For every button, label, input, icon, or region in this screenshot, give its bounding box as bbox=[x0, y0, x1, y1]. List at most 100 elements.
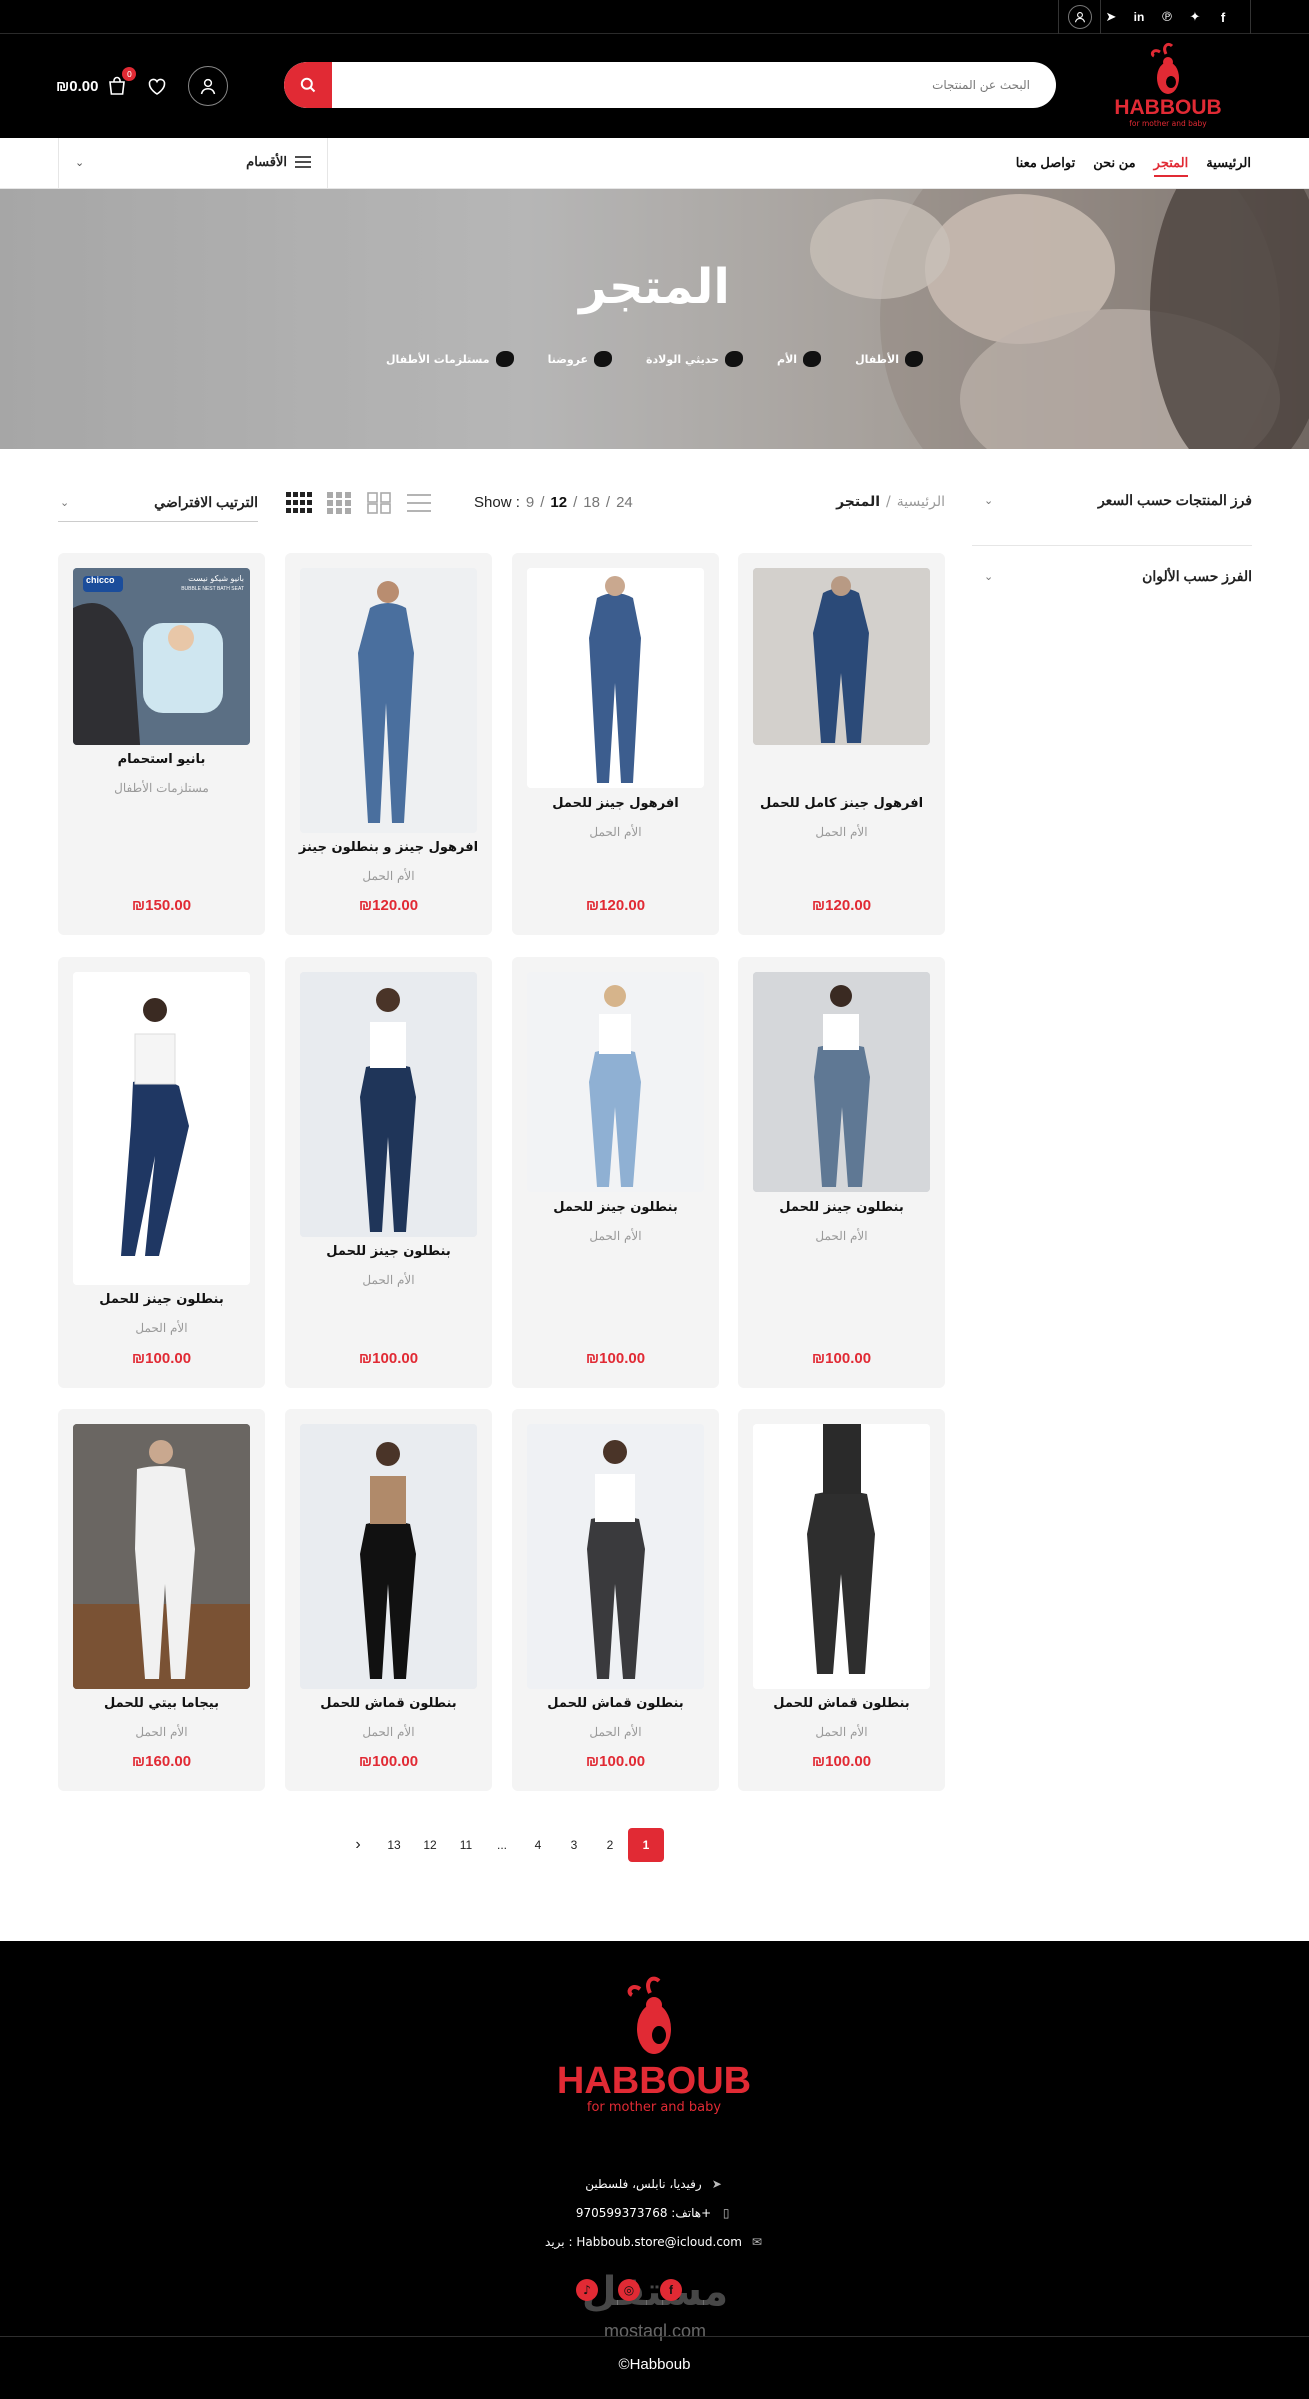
hero-category-mother[interactable]: الأم bbox=[777, 351, 822, 367]
per-page-option[interactable]: 18 bbox=[583, 494, 600, 511]
product-image[interactable] bbox=[753, 1424, 930, 1689]
search-button[interactable] bbox=[284, 62, 332, 108]
product-category[interactable]: مستلزمات الأطفال bbox=[58, 781, 265, 795]
email-text[interactable]: بريد : Habboub.store@icloud.com bbox=[545, 2235, 742, 2249]
page-button[interactable]: 11 bbox=[448, 1828, 484, 1862]
product-image[interactable] bbox=[527, 568, 704, 788]
per-page-option[interactable]: 9 bbox=[526, 494, 534, 511]
page-button[interactable]: 4 bbox=[520, 1828, 556, 1862]
product-card[interactable]: بنطلون جينز للحمل الأم الحمل ₪100.00 bbox=[738, 957, 945, 1388]
product-card[interactable]: بنطلون قماش للحمل الأم الحمل ₪100.00 bbox=[738, 1409, 945, 1791]
per-page-option[interactable]: 24 bbox=[616, 494, 633, 511]
product-card[interactable]: افرهول جينز للحمل الأم الحمل ₪120.00 bbox=[512, 553, 719, 935]
product-title[interactable]: بنطلون جينز للحمل bbox=[738, 1200, 945, 1215]
footer-logo[interactable]: HABBOUB for mother and baby bbox=[544, 1969, 764, 2119]
pinterest-icon[interactable]: ℗ bbox=[1160, 10, 1174, 25]
page-button[interactable]: 12 bbox=[412, 1828, 448, 1862]
hero-category-newborn[interactable]: حديثي الولادة bbox=[646, 351, 744, 367]
user-account-button[interactable] bbox=[188, 66, 229, 106]
product-category[interactable]: الأم الحمل bbox=[285, 1273, 492, 1287]
product-category[interactable]: الأم الحمل bbox=[58, 1725, 265, 1739]
facebook-icon[interactable]: f bbox=[1216, 10, 1230, 25]
tiktok-icon[interactable]: ♪ bbox=[576, 2279, 598, 2301]
product-image[interactable] bbox=[73, 1424, 250, 1689]
per-page-option-active[interactable]: 12 bbox=[550, 494, 567, 511]
product-title[interactable]: افرهول جينز كامل للحمل bbox=[738, 796, 945, 811]
product-image[interactable] bbox=[527, 1424, 704, 1689]
product-category[interactable]: الأم الحمل bbox=[58, 1321, 265, 1335]
product-image[interactable]: chicco بانيو شيكو نيست BUBBLE NEST BATH … bbox=[73, 568, 250, 745]
page-button[interactable]: 2 bbox=[592, 1828, 628, 1862]
page-button[interactable]: 13 bbox=[376, 1828, 412, 1862]
hero-category-children[interactable]: الأطفال bbox=[855, 351, 923, 367]
sort-dropdown[interactable]: الترتيب الافتراضي ⌄ bbox=[58, 486, 258, 522]
nav-item-home[interactable]: الرئيسية bbox=[1206, 155, 1251, 171]
breadcrumb-home[interactable]: الرئيسية bbox=[897, 494, 945, 510]
product-category[interactable]: الأم الحمل bbox=[285, 869, 492, 883]
product-card[interactable]: بيجاما بيتي للحمل الأم الحمل ₪160.00 bbox=[58, 1409, 265, 1791]
product-image[interactable] bbox=[753, 568, 930, 745]
telegram-icon[interactable]: ➤ bbox=[1104, 10, 1118, 25]
product-card[interactable]: افرهول جينز كامل للحمل الأم الحمل ₪120.0… bbox=[738, 553, 945, 935]
filter-price[interactable]: فرز المنتجات حسب السعر ⌄ bbox=[972, 470, 1252, 546]
nav-item-shop[interactable]: المتجر bbox=[1153, 155, 1188, 177]
facebook-icon[interactable]: f bbox=[660, 2279, 682, 2301]
categories-dropdown[interactable]: الأقسام ⌄ bbox=[58, 138, 328, 188]
list-view-icon[interactable] bbox=[406, 492, 432, 514]
product-category[interactable]: الأم الحمل bbox=[512, 825, 719, 839]
product-title[interactable]: بنطلون قماش للحمل bbox=[285, 1696, 492, 1711]
hero-category-supplies[interactable]: مستلزمات الأطفال bbox=[386, 351, 514, 367]
wishlist-icon[interactable] bbox=[146, 75, 168, 97]
product-category[interactable]: الأم الحمل bbox=[285, 1725, 492, 1739]
product-category[interactable]: الأم الحمل bbox=[512, 1725, 719, 1739]
next-page-button[interactable]: ‹ bbox=[340, 1828, 376, 1862]
product-category[interactable]: الأم الحمل bbox=[738, 825, 945, 839]
product-card[interactable]: بنطلون جينز للحمل الأم الحمل ₪100.00 bbox=[512, 957, 719, 1388]
phone-text[interactable]: هاتف: 970599373768+ bbox=[576, 2206, 711, 2220]
cart-total[interactable]: ₪0.00 bbox=[56, 78, 98, 95]
linkedin-icon[interactable]: in bbox=[1132, 10, 1146, 24]
instagram-icon[interactable]: ◎ bbox=[618, 2279, 640, 2301]
product-title[interactable]: افرهول جينز للحمل bbox=[512, 796, 719, 811]
product-card[interactable]: بنطلون جينز للحمل الأم الحمل ₪100.00 bbox=[58, 957, 265, 1388]
product-category[interactable]: الأم الحمل bbox=[512, 1229, 719, 1243]
product-image[interactable] bbox=[300, 568, 477, 833]
grid-4-view-icon[interactable] bbox=[286, 492, 312, 514]
grid-2-view-icon[interactable] bbox=[366, 492, 392, 514]
product-title[interactable]: بنطلون جينز للحمل bbox=[58, 1292, 265, 1307]
footer-phone[interactable]: ▯ هاتف: 970599373768+ bbox=[0, 2206, 1309, 2220]
product-image[interactable] bbox=[300, 1424, 477, 1689]
product-title[interactable]: بيجاما بيتي للحمل bbox=[58, 1696, 265, 1711]
product-card[interactable]: بنطلون قماش للحمل الأم الحمل ₪100.00 bbox=[285, 1409, 492, 1791]
product-image[interactable] bbox=[300, 972, 477, 1237]
search-input[interactable] bbox=[330, 62, 1048, 108]
product-image[interactable] bbox=[753, 972, 930, 1192]
product-title[interactable]: بنطلون قماش للحمل bbox=[738, 1696, 945, 1711]
product-card[interactable]: بنطلون قماش للحمل الأم الحمل ₪100.00 bbox=[512, 1409, 719, 1791]
product-card[interactable]: افرهول جينز و بنطلون جينز الأم الحمل ₪12… bbox=[285, 553, 492, 935]
nav-item-about[interactable]: من نحن bbox=[1093, 155, 1135, 171]
product-title[interactable]: بنطلون قماش للحمل bbox=[512, 1696, 719, 1711]
product-title[interactable]: افرهول جينز و بنطلون جينز bbox=[285, 840, 492, 855]
filter-colors[interactable]: الفرز حسب الألوان ⌄ bbox=[972, 546, 1252, 606]
cart-icon[interactable]: 0 bbox=[106, 67, 137, 97]
nav-item-contact[interactable]: تواصل معنا bbox=[1016, 155, 1076, 171]
hero-category-offers[interactable]: عروضنا bbox=[548, 351, 613, 367]
product-category[interactable]: الأم الحمل bbox=[738, 1725, 945, 1739]
account-icon[interactable] bbox=[1068, 5, 1092, 29]
product-title[interactable]: بنطلون جينز للحمل bbox=[285, 1244, 492, 1259]
product-image[interactable] bbox=[73, 972, 250, 1285]
product-card[interactable]: بنطلون جينز للحمل الأم الحمل ₪100.00 bbox=[285, 957, 492, 1388]
product-title[interactable]: بانيو استحمام bbox=[58, 752, 265, 767]
product-card[interactable]: chicco بانيو شيكو نيست BUBBLE NEST BATH … bbox=[58, 553, 265, 935]
page-1-button[interactable]: 1 bbox=[628, 1828, 664, 1862]
habboub-logo[interactable]: HABBOUB for mother and baby bbox=[1108, 40, 1228, 132]
footer-email[interactable]: ✉ بريد : Habboub.store@icloud.com bbox=[0, 2235, 1309, 2249]
search-icon bbox=[300, 77, 316, 93]
product-title[interactable]: بنطلون جينز للحمل bbox=[512, 1200, 719, 1215]
product-category[interactable]: الأم الحمل bbox=[738, 1229, 945, 1243]
twitter-icon[interactable]: ✦ bbox=[1188, 10, 1202, 25]
grid-3-view-icon[interactable] bbox=[326, 492, 352, 514]
product-image[interactable] bbox=[527, 972, 704, 1192]
page-button[interactable]: 3 bbox=[556, 1828, 592, 1862]
